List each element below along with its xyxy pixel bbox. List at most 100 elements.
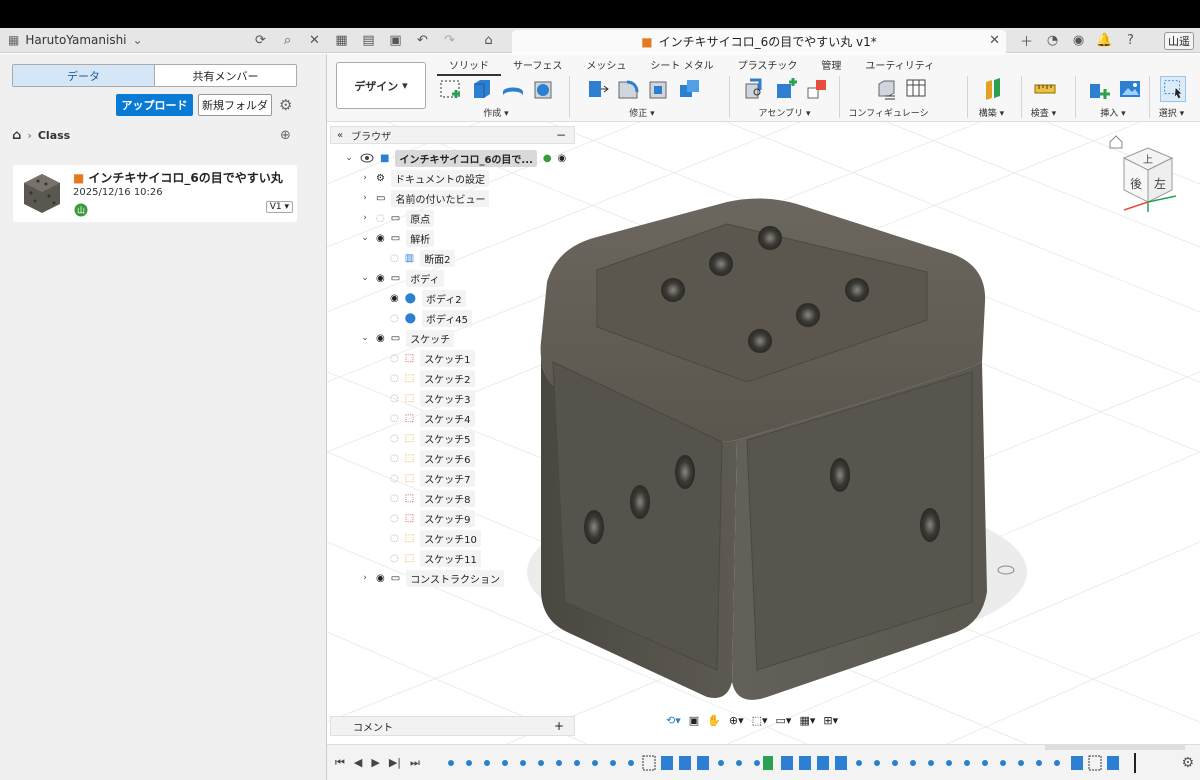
activate-radio-icon[interactable]: ◉: [558, 153, 567, 164]
tree-item-sketch[interactable]: ◌ ⬚ スケッチ2: [390, 369, 475, 387]
sphere-icon[interactable]: [531, 76, 557, 102]
tree-root[interactable]: ⌄ ■ インチキサイコロ_6の目で... ● ◉: [344, 149, 567, 167]
timeline-scrollbar[interactable]: [1045, 745, 1185, 750]
tab-members[interactable]: 共有メンバー: [155, 65, 296, 86]
tree-item-body[interactable]: ◉ ⬤ ボディ2: [390, 289, 466, 307]
close-icon[interactable]: ✕: [306, 32, 323, 49]
redo-icon[interactable]: ↷: [441, 32, 458, 49]
tab-data[interactable]: データ: [13, 65, 155, 86]
tree-item-section[interactable]: ◌ ▥ 断面2: [390, 249, 455, 267]
tree-item-sketch[interactable]: ◌ ⬚ スケッチ10: [390, 529, 481, 547]
tree-item-construction[interactable]: › ◉ ▭ コンストラクション: [360, 569, 504, 587]
tab-utilities[interactable]: ユーティリティ: [853, 54, 946, 76]
orbit-icon[interactable]: ⟲▾: [666, 714, 681, 727]
fillet-icon[interactable]: [615, 76, 641, 102]
comments-panel[interactable]: コメント +: [330, 716, 575, 736]
extrude-icon[interactable]: [469, 76, 495, 102]
tab-solid[interactable]: ソリッド: [437, 54, 501, 76]
joint-icon[interactable]: [742, 76, 768, 102]
look-at-icon[interactable]: ▣: [689, 714, 699, 727]
tree-item-sketch[interactable]: ◌ ⬚ スケッチ5: [390, 429, 475, 447]
modify-group[interactable]: 修正 ▾: [581, 74, 703, 120]
tab-sheet-metal[interactable]: シート メタル: [638, 54, 725, 76]
browser-header[interactable]: « ブラウザ −: [330, 126, 575, 144]
workspace-switcher[interactable]: デザイン ▾: [336, 62, 426, 109]
tree-item-sketch[interactable]: ◌ ⬚ スケッチ7: [390, 469, 475, 487]
extensions-icon[interactable]: ◔: [1044, 32, 1061, 49]
tree-item-sketch[interactable]: ◌ ⬚ スケッチ1: [390, 349, 475, 367]
construct-group[interactable]: 構築 ▾: [977, 74, 1006, 120]
breadcrumb-folder[interactable]: Class: [38, 129, 70, 142]
tree-item-named-views[interactable]: › ▭ 名前の付いたビュー: [360, 189, 490, 207]
insert-image-icon[interactable]: [1117, 76, 1143, 102]
tab-manage[interactable]: 管理: [809, 54, 853, 76]
minimize-icon[interactable]: −: [556, 128, 566, 142]
timeline-features[interactable]: [445, 753, 1145, 773]
user-menu[interactable]: ▦ HarutoYamanishi ⌄: [8, 33, 143, 47]
job-status-icon[interactable]: ◉: [1070, 32, 1087, 49]
tree-item-document-settings[interactable]: › ⚙ ドキュメントの設定: [360, 169, 489, 187]
tab-plastic[interactable]: プラスチック: [726, 54, 810, 76]
tree-item-sketch[interactable]: ◌ ⬚ スケッチ4: [390, 409, 475, 427]
apps-grid-icon[interactable]: ▦: [333, 32, 350, 49]
select-group[interactable]: 選択 ▾: [1157, 74, 1186, 120]
new-component-icon[interactable]: [773, 76, 799, 102]
fit-icon[interactable]: ⬚▾: [752, 714, 768, 727]
play-icon[interactable]: ▶: [371, 756, 379, 770]
collapse-panel-icon[interactable]: «: [337, 130, 343, 141]
configure-icon[interactable]: [873, 76, 899, 102]
home-icon[interactable]: ⌂: [12, 128, 21, 143]
search-icon[interactable]: ⌕: [279, 32, 296, 49]
upload-button[interactable]: アップロード: [116, 94, 193, 116]
viewports-icon[interactable]: ⊞▾: [823, 714, 838, 727]
press-pull-icon[interactable]: [584, 76, 610, 102]
create-sketch-icon[interactable]: [438, 76, 464, 102]
user-avatar[interactable]: 山遥: [1164, 32, 1194, 50]
offset-plane-icon[interactable]: [980, 76, 1006, 102]
measure-icon[interactable]: [1032, 76, 1058, 102]
go-to-start-icon[interactable]: ⏮: [335, 756, 345, 770]
file-menu-icon[interactable]: ▤: [360, 32, 377, 49]
pan-icon[interactable]: ✋: [707, 714, 721, 727]
revolve-icon[interactable]: [500, 76, 526, 102]
tree-item-origin[interactable]: › ◌ ▭ 原点: [360, 209, 435, 227]
tree-item-body[interactable]: ◌ ⬤ ボディ45: [390, 309, 472, 327]
insert-derive-icon[interactable]: [1086, 76, 1112, 102]
insert-group[interactable]: 挿入 ▾: [1083, 74, 1143, 120]
tree-item-analysis[interactable]: ⌄ ◉ ▭ 解析: [360, 229, 435, 247]
zoom-icon[interactable]: ⊕▾: [729, 714, 744, 727]
home-icon[interactable]: ⌂: [480, 32, 497, 49]
tree-item-sketch[interactable]: ◌ ⬚ スケッチ9: [390, 509, 475, 527]
step-back-icon[interactable]: ◀: [354, 756, 362, 770]
assemble-group[interactable]: アセンブリ ▾: [739, 74, 830, 120]
document-tab[interactable]: ■ インチキサイコロ_6の目でやすい丸 v1* ✕: [512, 30, 1006, 53]
tab-surface[interactable]: サーフェス: [501, 54, 574, 76]
tree-item-sketches[interactable]: ⌄ ◉ ▭ スケッチ: [360, 329, 455, 347]
as-built-joint-icon[interactable]: [804, 76, 830, 102]
grid-settings-icon[interactable]: ▦▾: [799, 714, 815, 727]
view-cube[interactable]: 上 後 左: [1108, 130, 1188, 220]
inspect-group[interactable]: 検査 ▾: [1029, 74, 1058, 120]
configuration-group[interactable]: コンフィギュレーション ▾: [847, 74, 930, 132]
config-table-icon[interactable]: [904, 76, 930, 102]
file-card[interactable]: ■ インチキサイコロ_6の目でやすい丸 2025/12/16 10:26 山 V…: [13, 165, 297, 222]
dice-model[interactable]: [540, 198, 987, 700]
add-comment-icon[interactable]: +: [554, 719, 564, 733]
version-dropdown[interactable]: V1 ▾: [265, 201, 293, 213]
select-icon[interactable]: [1160, 76, 1186, 102]
undo-icon[interactable]: ↶: [414, 32, 431, 49]
tree-item-sketch[interactable]: ◌ ⬚ スケッチ6: [390, 449, 475, 467]
notification-icon[interactable]: 🔔: [1096, 32, 1113, 49]
shell-icon[interactable]: [646, 76, 672, 102]
display-settings-icon[interactable]: ▭▾: [776, 714, 792, 727]
go-to-end-icon[interactable]: ⏭: [410, 756, 420, 770]
create-group[interactable]: 作成 ▾: [435, 74, 557, 120]
globe-icon[interactable]: ⊕: [280, 128, 291, 143]
eye-icon[interactable]: [360, 153, 374, 163]
tree-item-sketch[interactable]: ◌ ⬚ スケッチ11: [390, 549, 481, 567]
new-tab-icon[interactable]: ＋: [1018, 32, 1035, 50]
save-icon[interactable]: ▣: [387, 32, 404, 49]
tree-item-sketch[interactable]: ◌ ⬚ スケッチ8: [390, 489, 475, 507]
tree-item-sketch[interactable]: ◌ ⬚ スケッチ3: [390, 389, 475, 407]
close-tab-icon[interactable]: ✕: [989, 33, 1000, 48]
